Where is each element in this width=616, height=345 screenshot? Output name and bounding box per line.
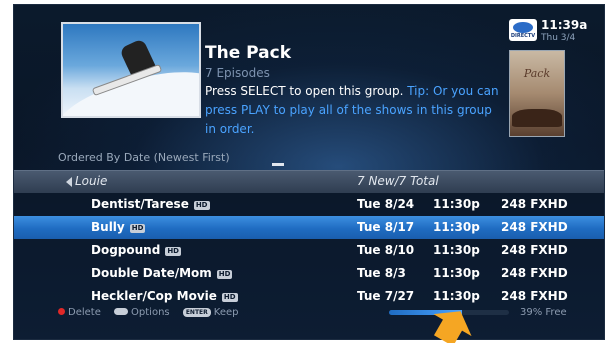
episode-count: 7 Episodes — [205, 66, 270, 80]
episode-title: Bully HD — [91, 220, 146, 234]
sort-order-label: Ordered By Date (Newest First) — [58, 151, 230, 164]
enter-button-icon: ENTER — [182, 308, 211, 317]
red-button-icon — [58, 308, 65, 315]
directv-logo-text: DIRECTV — [510, 33, 536, 39]
legend-options: Options — [114, 307, 170, 318]
clock-date: Thu 3/4 — [541, 33, 576, 43]
episode-time: 11:30p — [433, 243, 480, 257]
episode-channel: 248 FXHD — [501, 243, 568, 257]
hd-badge-icon: HD — [221, 293, 238, 302]
episode-date: Tue 7/27 — [357, 289, 415, 303]
legend-keep: ENTER Keep — [182, 307, 238, 318]
arrow-pointer-icon — [433, 311, 472, 343]
list-item[interactable]: Dentist/Tarese HD Tue 8/24 11:30p 248 FXH… — [14, 193, 604, 216]
poster-art: Pack — [509, 50, 565, 137]
group-count: 7 New/7 Total — [357, 174, 439, 188]
episode-title: Double Date/Mom HD — [91, 266, 233, 280]
description-main: Press SELECT to open this group. — [205, 84, 408, 98]
group-header-row[interactable]: Louie 7 New/7 Total — [14, 170, 604, 193]
list-item[interactable]: Dogpound HD Tue 8/10 11:30p 248 FXHD — [14, 239, 604, 262]
arrow-pointer-shape — [433, 311, 472, 343]
directv-logo: DIRECTV — [509, 19, 537, 41]
list-item-selected[interactable]: Bully HD Tue 8/17 11:30p 248 FXHD — [14, 216, 604, 239]
episode-title: Heckler/Cop Movie HD — [91, 289, 238, 303]
poster-title: Pack — [523, 67, 551, 80]
button-legend: Delete Options ENTER Keep — [58, 307, 248, 321]
hd-badge-icon: HD — [193, 201, 210, 210]
episode-channel: 248 FXHD — [501, 220, 568, 234]
episode-title: Dogpound HD — [91, 243, 181, 257]
episode-time: 11:30p — [433, 197, 480, 211]
episode-title: Dentist/Tarese HD — [91, 197, 210, 211]
dvr-playlist-screen: The Pack 7 Episodes Press SELECT to open… — [13, 4, 605, 340]
group-description: Press SELECT to open this group. Tip: Or… — [205, 82, 501, 139]
directv-logo-icon — [513, 22, 533, 33]
group-title: The Pack — [205, 43, 292, 63]
episode-channel: 248 FXHD — [501, 289, 568, 303]
hd-badge-icon: HD — [216, 270, 233, 279]
episode-date: Tue 8/17 — [357, 220, 415, 234]
episode-time: 11:30p — [433, 266, 480, 280]
show-thumbnail — [61, 22, 201, 118]
list-item[interactable]: Double Date/Mom HD Tue 8/3 11:30p 248 FXH… — [14, 262, 604, 285]
tab-indicator — [272, 163, 284, 166]
storage-free-text: 39% Free — [520, 307, 567, 318]
episode-time: 11:30p — [433, 220, 480, 234]
hd-badge-icon: HD — [129, 224, 146, 233]
episode-date: Tue 8/10 — [357, 243, 415, 257]
clock-time: 11:39a — [541, 18, 588, 32]
hd-badge-icon: HD — [165, 247, 181, 256]
back-arrow-icon[interactable] — [66, 177, 72, 187]
legend-delete: Delete — [58, 307, 101, 318]
episode-channel: 248 FXHD — [501, 266, 568, 280]
list-item[interactable]: Heckler/Cop Movie HD Tue 7/27 11:30p 248 … — [14, 285, 604, 308]
episode-time: 11:30p — [433, 289, 480, 303]
poster-herd — [512, 109, 562, 127]
episode-channel: 248 FXHD — [501, 197, 568, 211]
group-name: Louie — [75, 174, 108, 188]
episode-date: Tue 8/24 — [357, 197, 415, 211]
episode-date: Tue 8/3 — [357, 266, 406, 280]
options-button-icon — [114, 308, 129, 315]
